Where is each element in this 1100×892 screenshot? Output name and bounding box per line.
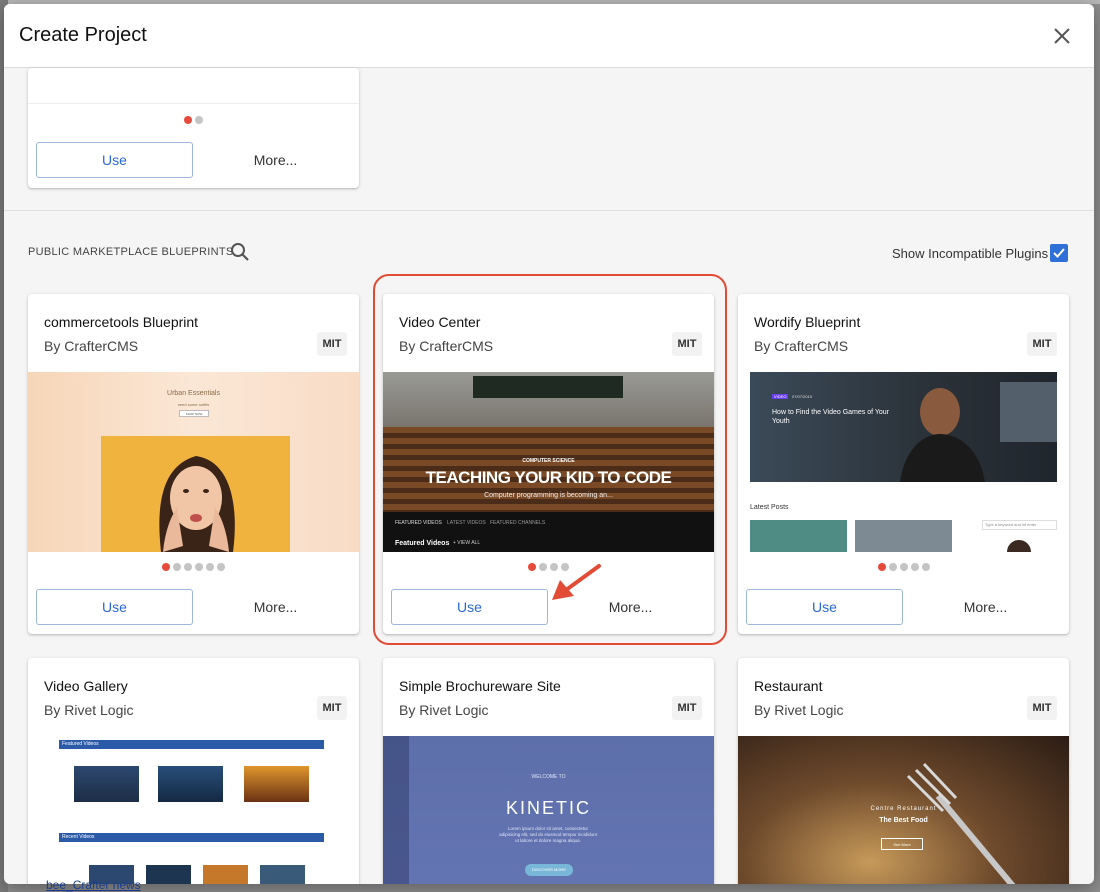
card-title: commercetools Blueprint (44, 314, 199, 330)
blueprint-card: Restaurant By Rivet Logic MIT Centre Res… (738, 658, 1069, 884)
video-thumb (74, 766, 139, 802)
carousel-dots (28, 563, 359, 571)
section-label: PUBLIC MARKETPLACE BLUEPRINTS (28, 246, 234, 258)
preview-search: Type a keyword and hit enter (982, 520, 1057, 530)
preview-latest: Latest Posts (750, 504, 789, 511)
blueprint-preview: VIDEO 07/07/2019 How to Find the Video G… (750, 372, 1057, 552)
card-title: Simple Brochureware Site (399, 678, 561, 694)
card-title: Restaurant (754, 678, 823, 694)
video-thumb (146, 865, 191, 884)
more-button[interactable]: More... (218, 589, 333, 625)
blueprint-preview: Urban Essentials need some outfits SHOP … (28, 372, 359, 552)
card-author: By CrafterCMS (44, 338, 139, 354)
preview-headline: The Best Food (879, 817, 928, 824)
top-partial-card: Use More... (28, 68, 359, 188)
model-photo (101, 436, 290, 552)
preview-cta: See More (881, 838, 923, 850)
carousel-dot[interactable] (888, 563, 897, 571)
blueprint-preview: Centre Restaurant The Best Food See More (738, 736, 1069, 884)
license-badge: MIT (317, 696, 347, 720)
use-button[interactable]: Use (746, 589, 903, 625)
preview-kicker: Centre Restaurant (870, 806, 937, 812)
carousel-dot[interactable] (195, 563, 203, 571)
dialog-title: Create Project (19, 24, 147, 46)
video-thumb (158, 766, 223, 802)
blueprint-card: Video Gallery By Rivet Logic MIT Feature… (28, 658, 359, 884)
section-divider (4, 210, 1094, 211)
card-title: Wordify Blueprint (754, 314, 861, 330)
author-avatar (1007, 540, 1031, 552)
license-badge: MIT (317, 332, 347, 356)
preview-date: 07/07/2019 (792, 394, 813, 399)
show-incompatible-label: Show Incompatible Plugins (892, 246, 1049, 261)
preview-body: Lorem ipsum dolor sit amet, consectetur … (499, 826, 597, 843)
video-thumb (203, 865, 248, 884)
card-separator (28, 103, 359, 104)
more-button[interactable]: More... (218, 142, 333, 178)
preview-brand: KINETIC (505, 798, 591, 818)
video-thumb (260, 865, 305, 884)
preview-brand: Urban Essentials (167, 390, 220, 397)
carousel-dot[interactable] (921, 563, 930, 571)
carousel-dot[interactable] (184, 563, 192, 571)
license-badge: MIT (1027, 332, 1057, 356)
blueprint-card: commercetools Blueprint By CrafterCMS MI… (28, 294, 359, 634)
preview-headline: How to Find the Video Games of Your Yout… (772, 409, 889, 425)
preview-featured: Featured Videos (62, 741, 99, 747)
card-author: By Rivet Logic (399, 702, 489, 718)
license-badge: MIT (1027, 696, 1057, 720)
show-incompatible-checkbox[interactable] (1050, 244, 1068, 262)
close-icon[interactable] (1050, 24, 1074, 48)
preview-cta: DISCOVER MORE (525, 864, 573, 876)
preview-welcome: WELCOME TO (531, 774, 566, 780)
license-badge: MIT (672, 696, 702, 720)
hero-photo: VIDEO 07/07/2019 How to Find the Video G… (750, 372, 1057, 482)
preview-tagline: need some outfits (177, 402, 210, 407)
preview-tag: VIDEO (772, 394, 789, 399)
carousel-dot[interactable] (195, 116, 203, 124)
search-icon[interactable] (230, 242, 250, 262)
recent-bar: Recent Videos (59, 833, 324, 842)
blueprint-preview: Featured Videos Recent Videos (28, 736, 359, 884)
carousel-dot[interactable] (173, 563, 181, 571)
create-project-dialog: Create Project Use More... PUBLIC MARKET… (4, 4, 1094, 884)
dialog-header: Create Project (4, 4, 1094, 68)
blueprint-card: Wordify Blueprint By CrafterCMS MIT VIDE… (738, 294, 1069, 634)
carousel-dot[interactable] (217, 563, 225, 571)
arrow-annotation (552, 564, 601, 600)
blueprint-card: Simple Brochureware Site By Rivet Logic … (383, 658, 714, 884)
carousel-dots (28, 116, 359, 124)
preview-recent: Recent Videos (62, 834, 95, 840)
carousel-dots (738, 563, 1069, 571)
post-thumb (750, 520, 847, 552)
featured-bar: Featured Videos (59, 740, 324, 749)
carousel-dot[interactable] (877, 563, 886, 571)
more-button[interactable]: More... (928, 589, 1043, 625)
video-thumb (244, 766, 309, 802)
background-link[interactable]: bee_Crafter news (46, 878, 141, 892)
carousel-dot[interactable] (184, 116, 192, 124)
card-author: By CrafterCMS (754, 338, 849, 354)
card-author: By Rivet Logic (44, 702, 134, 718)
carousel-dot[interactable] (206, 563, 214, 571)
use-button[interactable]: Use (36, 142, 193, 178)
use-button[interactable]: Use (36, 589, 193, 625)
card-title: Video Gallery (44, 678, 128, 694)
carousel-dot[interactable] (899, 563, 908, 571)
preview-cta: SHOP NOW (179, 410, 209, 417)
carousel-dot[interactable] (910, 563, 919, 571)
blueprint-preview: WELCOME TO KINETIC Lorem ipsum dolor sit… (383, 736, 714, 884)
post-thumb (855, 520, 952, 552)
card-author: By Rivet Logic (754, 702, 844, 718)
carousel-dot[interactable] (162, 563, 170, 571)
